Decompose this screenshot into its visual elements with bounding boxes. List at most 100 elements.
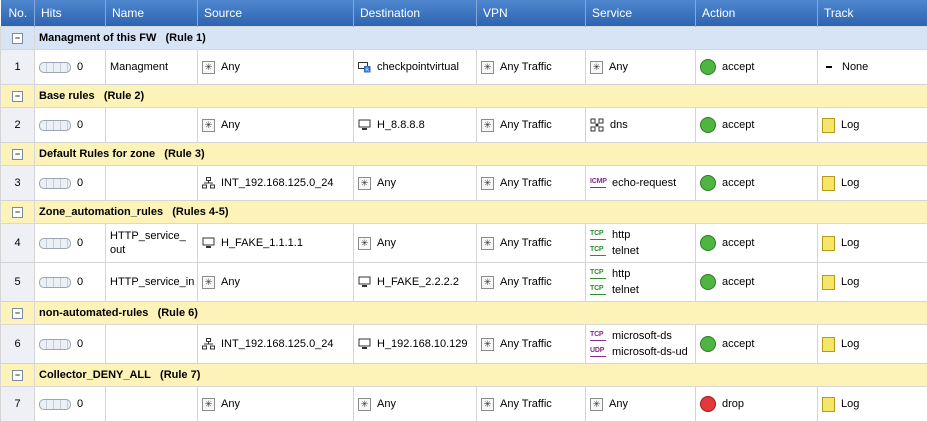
service-cell[interactable]: TCPmicrosoft-dsUDPmicrosoft-ds-ud (586, 325, 696, 364)
rule-row[interactable]: 70✳Any✳Any✳Any Traffic✳AnydropLog (1, 387, 927, 422)
section-toggle-cell[interactable]: − (1, 364, 35, 387)
column-header-source[interactable]: Source (198, 0, 354, 27)
action-text: accept (722, 177, 754, 189)
host-icon (202, 237, 215, 249)
section-row[interactable]: − Zone_automation_rules (Rules 4-5) (1, 201, 927, 224)
section-row[interactable]: −non-automated-rules (Rule 6) (1, 302, 927, 325)
collapse-toggle-icon[interactable]: − (12, 370, 23, 381)
collapse-toggle-icon[interactable]: − (12, 91, 23, 102)
action-cell[interactable]: accept (696, 224, 818, 263)
destination-cell[interactable]: ✳Any (354, 224, 477, 263)
source-cell[interactable]: H_FAKE_1.1.1.1 (198, 224, 354, 263)
vpn-cell[interactable]: ✳Any Traffic (477, 387, 586, 422)
track-text: Log (841, 177, 859, 189)
section-toggle-cell[interactable]: − (1, 85, 35, 108)
section-toggle-cell[interactable]: − (1, 302, 35, 325)
track-cell[interactable]: Log (818, 387, 927, 422)
column-header-name[interactable]: Name (106, 0, 198, 27)
section-row[interactable]: −Managment of this FW (Rule 1) (1, 27, 927, 50)
source-cell[interactable]: ✳Any (198, 263, 354, 302)
source-text: H_FAKE_1.1.1.1 (221, 237, 303, 249)
section-rule-ref: (Rules 4-5) (172, 206, 228, 218)
service-cell[interactable]: ICMPecho-request (586, 166, 696, 201)
vpn-cell[interactable]: ✳Any Traffic (477, 325, 586, 364)
track-cell[interactable]: Log (818, 166, 927, 201)
destination-cell[interactable]: Rcheckpointvirtual (354, 50, 477, 85)
track-cell[interactable]: None (818, 50, 927, 85)
column-header-hits[interactable]: Hits (35, 0, 106, 27)
rule-row[interactable]: 40HTTP_service_ outH_FAKE_1.1.1.1✳Any✳An… (1, 224, 927, 263)
hits-count: 0 (77, 398, 83, 410)
destination-text: H_8.8.8.8 (377, 119, 425, 131)
vpn-cell[interactable]: ✳Any Traffic (477, 224, 586, 263)
vpn-cell[interactable]: ✳Any Traffic (477, 263, 586, 302)
source-cell[interactable]: INT_192.168.125.0_24 (198, 166, 354, 201)
any-icon: ✳ (481, 119, 494, 132)
column-header-track[interactable]: Track (818, 0, 927, 27)
service-cell[interactable]: dns (586, 108, 696, 143)
action-cell[interactable]: drop (696, 387, 818, 422)
column-header-action[interactable]: Action (696, 0, 818, 27)
rule-name-cell[interactable] (106, 108, 198, 143)
rule-name-cell[interactable] (106, 325, 198, 364)
destination-cell[interactable]: H_192.168.10.129 (354, 325, 477, 364)
collapse-toggle-icon[interactable]: − (12, 207, 23, 218)
destination-cell[interactable]: ✳Any (354, 387, 477, 422)
source-cell[interactable]: ✳Any (198, 108, 354, 143)
source-cell[interactable]: ✳Any (198, 387, 354, 422)
track-cell[interactable]: Log (818, 224, 927, 263)
source-cell[interactable]: INT_192.168.125.0_24 (198, 325, 354, 364)
column-header-vpn[interactable]: VPN (477, 0, 586, 27)
vpn-cell[interactable]: ✳Any Traffic (477, 166, 586, 201)
action-cell[interactable]: accept (696, 50, 818, 85)
log-icon (822, 397, 835, 412)
destination-cell[interactable]: H_FAKE_2.2.2.2 (354, 263, 477, 302)
section-title-cell: Zone_automation_rules (Rules 4-5) (35, 201, 927, 224)
action-cell[interactable]: accept (696, 166, 818, 201)
log-icon (822, 236, 835, 251)
rule-number: 2 (1, 108, 35, 143)
section-toggle-cell[interactable]: − (1, 27, 35, 50)
collapse-toggle-icon[interactable]: − (12, 149, 23, 160)
section-toggle-cell[interactable]: − (1, 201, 35, 224)
section-row[interactable]: −Base rules (Rule 2) (1, 85, 927, 108)
column-header-no[interactable]: No. (1, 0, 35, 27)
collapse-toggle-icon[interactable]: − (12, 33, 23, 44)
source-cell[interactable]: ✳Any (198, 50, 354, 85)
gateway-icon: R (358, 61, 371, 73)
track-cell[interactable]: Log (818, 263, 927, 302)
service-text: telnet (612, 245, 639, 257)
rule-name-cell[interactable]: HTTP_service_in (106, 263, 198, 302)
rule-row[interactable]: 50HTTP_service_in✳AnyH_FAKE_2.2.2.2✳Any … (1, 263, 927, 302)
service-cell[interactable]: TCPhttpTCPtelnet (586, 224, 696, 263)
rule-name-cell[interactable] (106, 387, 198, 422)
action-text: accept (722, 276, 754, 288)
service-cell[interactable]: ✳Any (586, 387, 696, 422)
rule-row[interactable]: 30INT_192.168.125.0_24✳Any✳Any TrafficIC… (1, 166, 927, 201)
action-cell[interactable]: accept (696, 263, 818, 302)
action-cell[interactable]: accept (696, 325, 818, 364)
track-cell[interactable]: Log (818, 108, 927, 143)
accept-icon (700, 117, 716, 133)
rule-name-cell[interactable]: HTTP_service_ out (106, 224, 198, 263)
rule-name-cell[interactable] (106, 166, 198, 201)
service-cell[interactable]: TCPhttpTCPtelnet (586, 263, 696, 302)
track-cell[interactable]: Log (818, 325, 927, 364)
section-row[interactable]: −Default Rules for zone (Rule 3) (1, 143, 927, 166)
vpn-cell[interactable]: ✳Any Traffic (477, 108, 586, 143)
action-cell[interactable]: accept (696, 108, 818, 143)
section-row[interactable]: −Collector_DENY_ALL (Rule 7) (1, 364, 927, 387)
collapse-toggle-icon[interactable]: − (12, 308, 23, 319)
rule-row[interactable]: 20✳AnyH_8.8.8.8✳Any TrafficdnsacceptLog (1, 108, 927, 143)
destination-cell[interactable]: ✳Any (354, 166, 477, 201)
vpn-cell[interactable]: ✳Any Traffic (477, 50, 586, 85)
destination-cell[interactable]: H_8.8.8.8 (354, 108, 477, 143)
section-toggle-cell[interactable]: − (1, 143, 35, 166)
service-cell[interactable]: ✳Any (586, 50, 696, 85)
service-text: dns (610, 119, 628, 131)
rule-row[interactable]: 60INT_192.168.125.0_24H_192.168.10.129✳A… (1, 325, 927, 364)
column-header-destination[interactable]: Destination (354, 0, 477, 27)
rule-name-cell[interactable]: Managment (106, 50, 198, 85)
rule-row[interactable]: 10Managment✳AnyRcheckpointvirtual✳Any Tr… (1, 50, 927, 85)
column-header-service[interactable]: Service (586, 0, 696, 27)
